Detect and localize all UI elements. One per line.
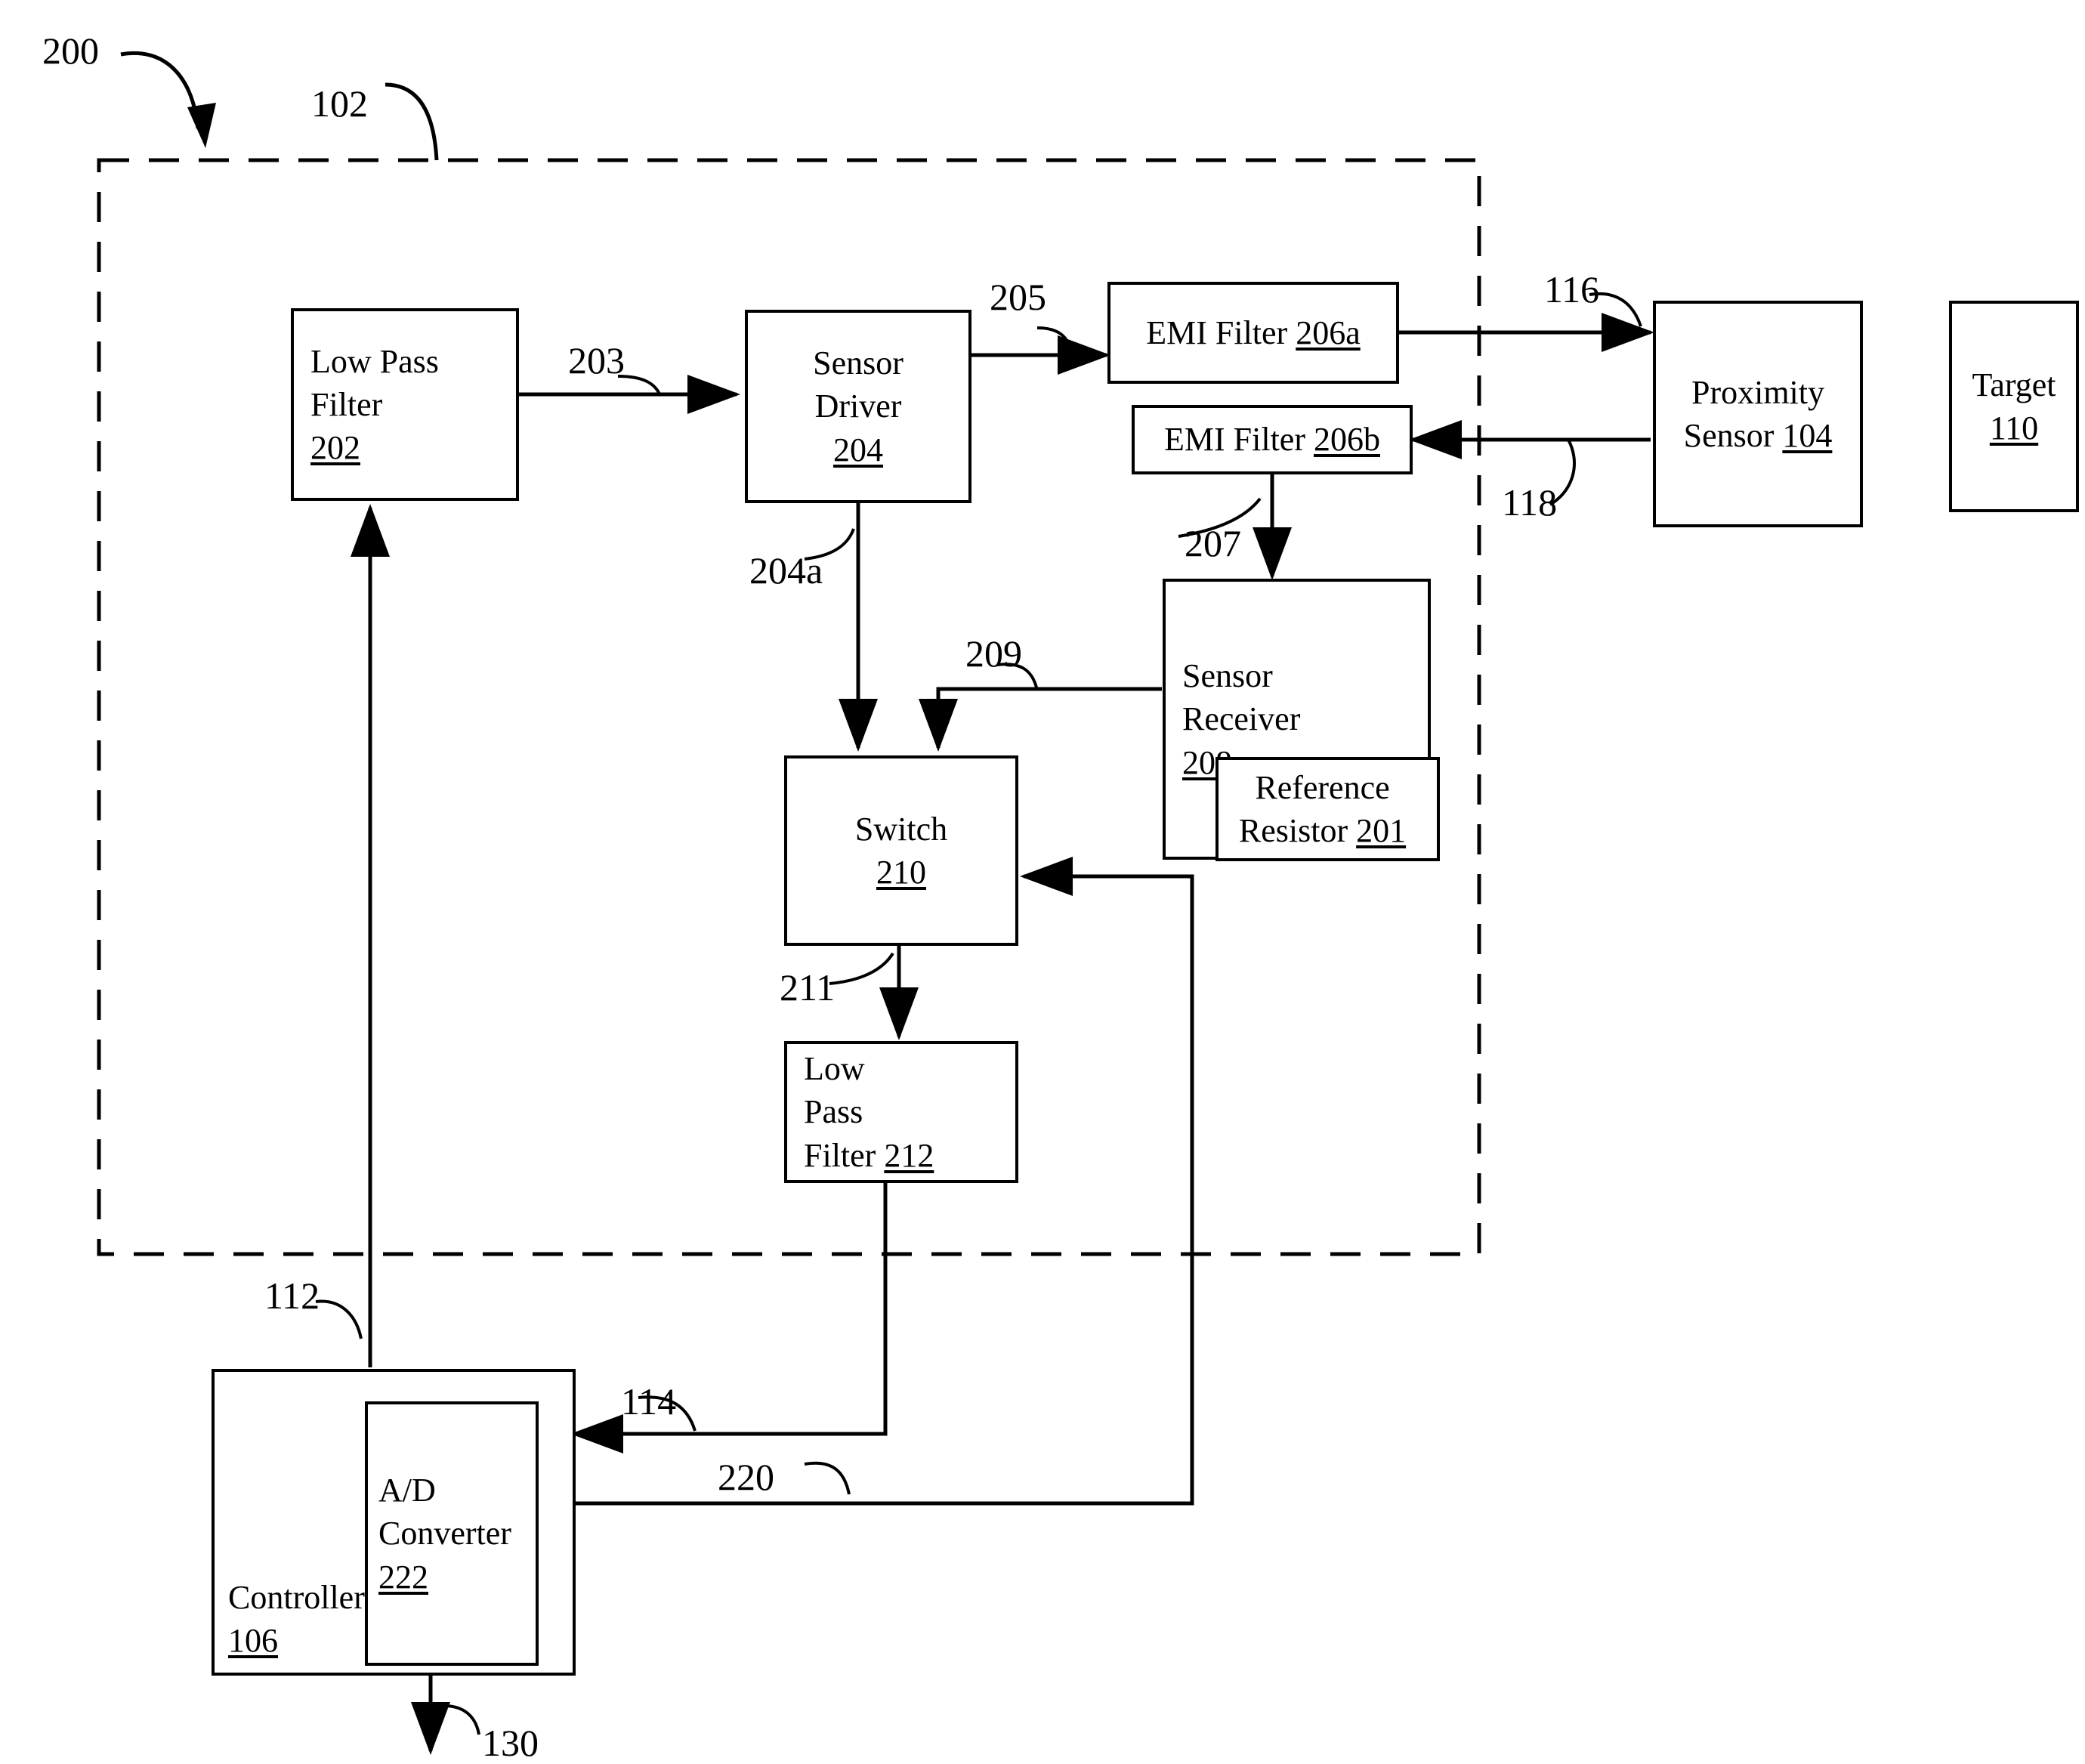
driver204-line1: Sensor	[813, 344, 904, 382]
adc222-line2: Converter	[378, 1515, 511, 1552]
refres201-line1: Reference	[1255, 768, 1390, 806]
ref-signal-116: 116	[1544, 268, 1600, 310]
controller106-line1: Controller	[228, 1578, 365, 1616]
receiver208-line2: Receiver	[1182, 700, 1301, 738]
emi206a-text: EMI Filter	[1146, 314, 1296, 351]
prox104-line2: Sensor 104	[1684, 414, 1833, 457]
target110-line1: Target	[1972, 366, 2056, 403]
ref-signal-220: 220	[718, 1456, 774, 1498]
emi206b-label: EMI Filter 206b	[1164, 418, 1380, 461]
ref-signal-211: 211	[780, 966, 836, 1009]
switch210-ref: 210	[876, 854, 926, 891]
block-ad-converter-222: A/D Converter 222	[365, 1401, 539, 1666]
switch210-line1: Switch	[854, 810, 948, 848]
ref-signal-114: 114	[621, 1380, 677, 1423]
ref-signal-207: 207	[1185, 522, 1241, 564]
lpf212-text3: Filter	[804, 1136, 885, 1174]
ref-sensor-circuit-102: 102	[311, 82, 368, 125]
emi206b-text: EMI Filter	[1164, 421, 1314, 459]
lpf212-ref: 212	[884, 1136, 934, 1174]
controller106-ref: 106	[228, 1621, 278, 1659]
block-emi-filter-206b: EMI Filter 206b	[1132, 405, 1413, 474]
driver204-line2: Driver	[814, 388, 902, 425]
emi206a-ref: 206a	[1296, 314, 1361, 351]
ref-signal-130: 130	[482, 1722, 539, 1764]
driver204-ref: 204	[833, 431, 883, 468]
ref-signal-209: 209	[965, 632, 1022, 675]
lpf212-line3: Filter 212	[804, 1134, 934, 1177]
ref-signal-203: 203	[568, 339, 625, 382]
lpf202-ref: 202	[310, 429, 360, 467]
block-sensor-driver-204: Sensor Driver 204	[745, 310, 971, 503]
refres201-text2: Resistor	[1238, 812, 1357, 849]
lpf212-line2: Pass	[804, 1093, 863, 1131]
ref-signal-204a: 204a	[749, 549, 823, 592]
block-low-pass-filter-202: Low Pass Filter 202	[291, 308, 519, 501]
prox104-ref: 104	[1782, 417, 1833, 454]
block-reference-resistor-201: Reference Resistor 201	[1215, 757, 1440, 861]
block-emi-filter-206a: EMI Filter 206a	[1107, 282, 1399, 384]
adc222-line1: A/D	[378, 1472, 436, 1509]
refres201-ref: 201	[1356, 812, 1407, 849]
emi206b-ref: 206b	[1313, 421, 1380, 459]
lpf202-line1: Low Pass	[310, 342, 439, 380]
patent-figure-200: Low Pass Filter 202 Sensor Driver 204 EM…	[0, 0, 2085, 1764]
receiver208-line1: Sensor	[1182, 657, 1273, 695]
ref-figure-200: 200	[42, 29, 99, 72]
lpf202-line2: Filter	[310, 385, 383, 423]
adc222-ref: 222	[378, 1558, 428, 1596]
block-proximity-sensor-104: Proximity Sensor 104	[1653, 301, 1863, 527]
block-target-110: Target 110	[1949, 301, 2079, 512]
block-switch-210: Switch 210	[784, 755, 1018, 946]
prox104-line1: Proximity	[1691, 373, 1825, 411]
ref-signal-205: 205	[990, 276, 1046, 318]
target110-ref: 110	[1989, 409, 2039, 446]
prox104-text2: Sensor	[1683, 417, 1783, 454]
block-low-pass-filter-212: Low Pass Filter 212	[784, 1041, 1018, 1183]
lpf212-line1: Low	[804, 1050, 865, 1088]
ref-signal-112: 112	[264, 1274, 320, 1317]
emi206a-label: EMI Filter 206a	[1146, 311, 1361, 354]
refres201-line2: Resistor 201	[1239, 809, 1406, 852]
ref-signal-118: 118	[1502, 481, 1558, 524]
